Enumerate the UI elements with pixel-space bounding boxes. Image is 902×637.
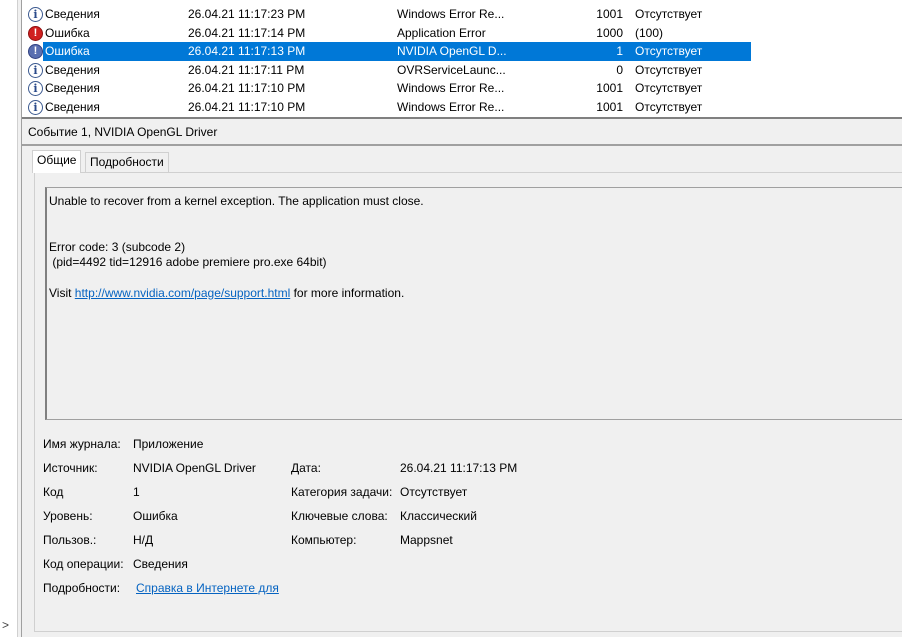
event-row[interactable]: i Сведения 26.04.21 11:17:11 PM OVRServi… [22, 61, 902, 80]
level-value: Ошибка [133, 509, 178, 523]
event-code-cell: 1001 [596, 7, 623, 21]
level-label: Уровень: [43, 509, 93, 523]
source-cell: Application Error [397, 25, 486, 40]
info-icon: i [28, 99, 43, 115]
user-value: Н/Д [133, 533, 154, 547]
error-icon: ! [28, 25, 43, 41]
opcode-label: Код операции: [43, 557, 124, 571]
tab-general[interactable]: Общие [32, 150, 82, 173]
level-cell: Ошибка [45, 44, 90, 58]
task-category-cell: Отсутствует [635, 99, 703, 114]
user-label: Пользов.: [43, 533, 97, 547]
general-tab-panel: Unable to recover from a kernel exceptio… [34, 172, 902, 632]
date-cell: 26.04.21 11:17:23 PM [188, 7, 306, 21]
journal-value: Приложение [133, 437, 204, 451]
event-list: i Сведения 26.04.21 11:17:23 PM Windows … [22, 0, 902, 117]
event-row[interactable]: ! Ошибка 26.04.21 11:17:13 PM NVIDIA Ope… [22, 42, 902, 61]
date-cell: 26.04.21 11:17:11 PM [188, 62, 305, 77]
nvidia-support-link[interactable]: http://www.nvidia.com/page/support.html [75, 286, 290, 300]
message-line: Error code: 3 (subcode 2) [49, 239, 186, 254]
task-category-cell: Отсутствует [635, 62, 703, 77]
computer-label: Компьютер: [291, 533, 357, 547]
level-cell: Сведения [45, 81, 100, 95]
level-cell: Ошибка [45, 25, 90, 40]
event-code-cell: 1 [616, 44, 623, 58]
task-category-cell: Отсутствует [635, 44, 703, 58]
source-cell: Windows Error Re... [397, 81, 505, 95]
journal-label: Имя журнала: [43, 437, 121, 451]
message-line: Unable to recover from a kernel exceptio… [49, 194, 424, 208]
navigation-pane: > [0, 0, 18, 637]
source-cell: OVRServiceLaunc... [397, 62, 506, 77]
source-cell: NVIDIA OpenGL D... [397, 44, 507, 58]
event-code-cell: 1000 [596, 25, 623, 40]
date-cell: 26.04.21 11:17:13 PM [188, 44, 306, 58]
date-cell: 26.04.21 11:17:10 PM [188, 81, 306, 95]
error-icon: ! [28, 44, 43, 59]
tab-details[interactable]: Подробности [85, 152, 169, 173]
event-code-cell: 1001 [596, 81, 623, 95]
level-cell: Сведения [45, 62, 100, 77]
divider [22, 144, 902, 146]
opcode-value: Сведения [133, 557, 188, 571]
level-cell: Сведения [45, 7, 100, 21]
source-value: NVIDIA OpenGL Driver [133, 461, 256, 475]
task-category-value: Отсутствует [400, 485, 468, 499]
source-label: Источник: [43, 461, 98, 475]
task-category-cell: Отсутствует [635, 81, 703, 95]
message-text: Visit [49, 285, 75, 300]
date-cell: 26.04.21 11:17:10 PM [188, 99, 306, 114]
event-code-cell: 0 [616, 62, 623, 77]
source-cell: Windows Error Re... [397, 7, 505, 21]
source-cell: Windows Error Re... [397, 99, 505, 114]
computer-value: Mappsnet [400, 533, 453, 547]
event-message-textbox[interactable]: Unable to recover from a kernel exceptio… [45, 187, 902, 420]
event-detail-pane: Событие 1, NVIDIA OpenGL Driver Общие По… [22, 117, 902, 637]
keywords-label: Ключевые слова: [291, 509, 388, 523]
task-category-label: Категория задачи: [291, 485, 393, 499]
code-label: Код [43, 485, 64, 499]
scroll-right-arrow-icon[interactable]: > [2, 618, 9, 632]
online-help-link[interactable]: Справка в Интернете для [136, 581, 279, 595]
info-icon: i [28, 81, 43, 96]
date-cell: 26.04.21 11:17:14 PM [188, 25, 306, 40]
message-line: (pid=4492 tid=12916 adobe premiere pro.e… [49, 255, 327, 270]
task-category-cell: Отсутствует [635, 7, 703, 21]
event-row[interactable]: i Сведения 26.04.21 11:17:23 PM Windows … [22, 5, 902, 24]
event-code-cell: 1001 [596, 99, 623, 114]
message-text: for more information. [290, 285, 405, 300]
date-label: Дата: [291, 461, 321, 475]
code-value: 1 [133, 485, 140, 499]
date-value: 26.04.21 11:17:13 PM [400, 461, 518, 475]
info-icon: i [28, 7, 43, 22]
level-cell: Сведения [45, 99, 100, 114]
info-icon: i [28, 62, 43, 78]
event-title: Событие 1, NVIDIA OpenGL Driver [28, 125, 218, 139]
event-row[interactable]: i Сведения 26.04.21 11:17:10 PM Windows … [22, 79, 902, 98]
event-row[interactable]: ! Ошибка 26.04.21 11:17:14 PM Applicatio… [22, 24, 902, 43]
more-info-label: Подробности: [43, 581, 121, 595]
keywords-value: Классический [400, 509, 477, 523]
task-category-cell: (100) [635, 25, 664, 40]
event-row[interactable]: i Сведения 26.04.21 11:17:10 PM Windows … [22, 98, 902, 117]
